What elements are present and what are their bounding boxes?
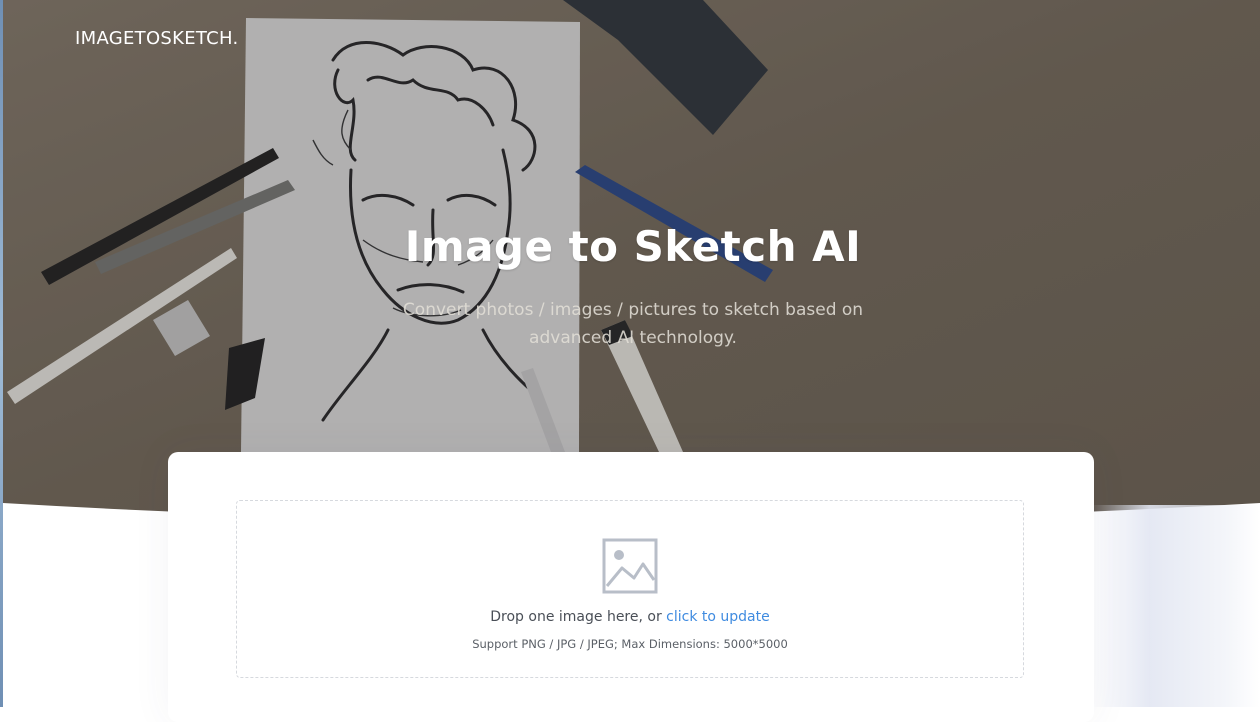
brand-logo[interactable]: IMAGETOSKETCH. — [75, 28, 239, 49]
left-edge-strip — [0, 0, 3, 707]
click-to-update-link[interactable]: click to update — [666, 609, 770, 625]
supported-formats-note: Support PNG / JPG / JPEG; Max Dimensions… — [472, 637, 788, 651]
decorative-shadow — [1090, 505, 1260, 707]
page-title: Image to Sketch AI — [404, 222, 862, 271]
image-placeholder-icon — [602, 538, 658, 594]
upload-card: Drop one image here, or click to update … — [168, 452, 1094, 722]
hero-banner: IMAGETOSKETCH. Image to Sketch AI Conver… — [3, 0, 1260, 515]
image-dropzone[interactable]: Drop one image here, or click to update … — [236, 500, 1024, 678]
hero-subtitle: Convert photos / images / pictures to sk… — [402, 300, 864, 348]
dropzone-instruction: Drop one image here, or click to update — [237, 609, 1023, 625]
dropzone-instruction-prefix: Drop one image here, or — [490, 609, 667, 625]
